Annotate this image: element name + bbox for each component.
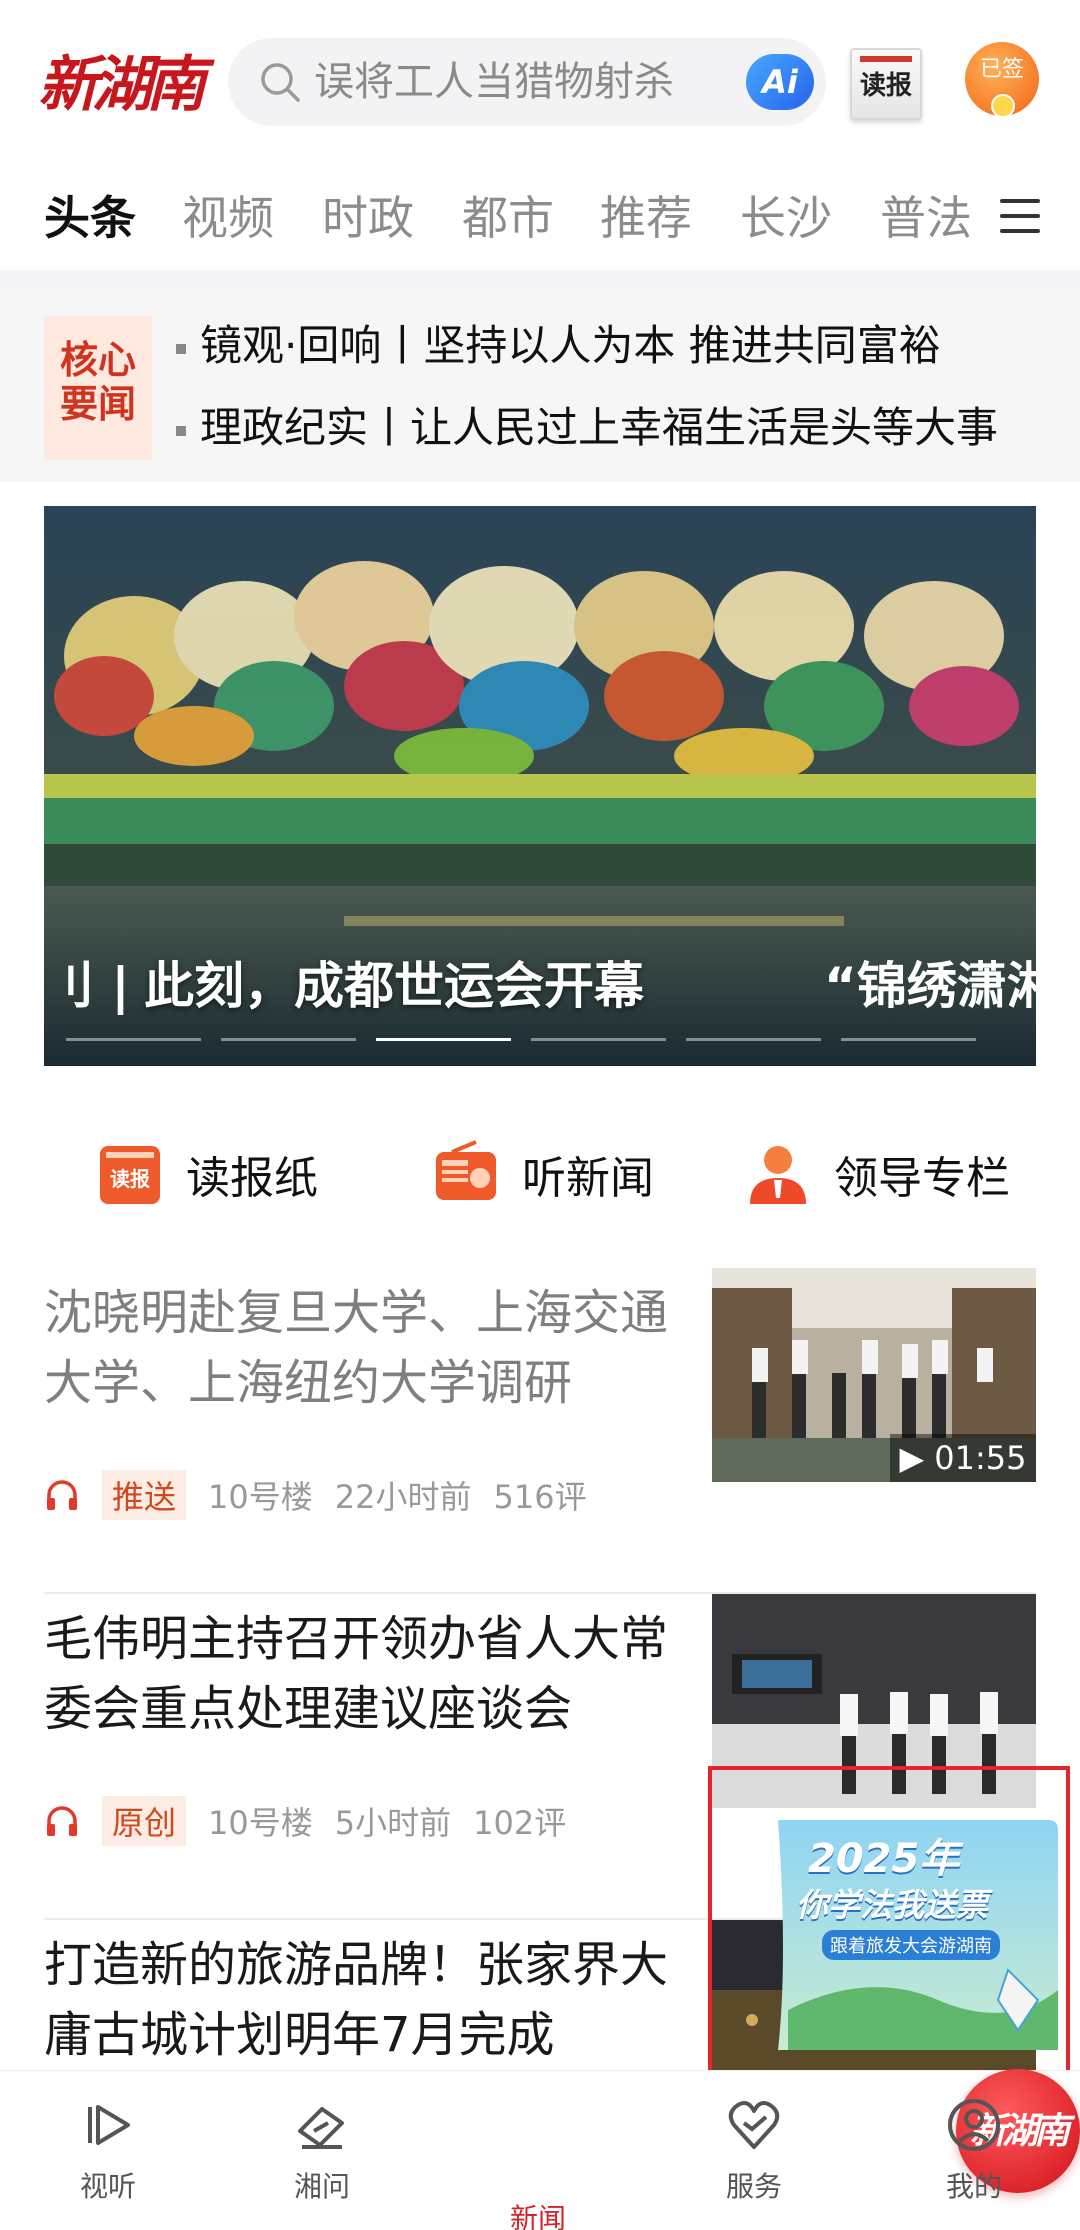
promo-subtitle: 跟着旅发大会游湖南 xyxy=(822,1930,1000,1960)
tab-politics[interactable]: 时政 xyxy=(322,183,414,253)
tab-changsha[interactable]: 长沙 xyxy=(740,183,832,253)
leader-column-entry[interactable]: 领导专栏 xyxy=(744,1134,1010,1214)
search-placeholder: 误将工人当猎物射杀 xyxy=(314,59,674,105)
headline-carousel[interactable]: 刂 | 此刻，成都世运会开幕 “锦绣潇湘 xyxy=(44,506,1036,1066)
tab-city[interactable]: 都市 xyxy=(462,183,554,253)
news-meta: 推送 10号楼 22小时前 516评 xyxy=(44,1470,609,1520)
core-news-item[interactable]: 镜观·回响丨坚持以人为本 推进共同富裕 xyxy=(176,316,941,376)
read-newspaper-entry[interactable]: 读报 读报纸 xyxy=(96,1134,318,1214)
channel-menu-icon[interactable] xyxy=(1000,199,1040,239)
news-thumbnail[interactable]: ▶ 01:55 xyxy=(712,1268,1036,1482)
top-bar: 新湖南 误将工人当猎物射杀 Ai 读报 已签 xyxy=(0,0,1080,165)
search-bar[interactable]: 误将工人当猎物射杀 Ai xyxy=(228,38,826,126)
tab-video[interactable]: 视频 xyxy=(182,183,274,253)
carousel-dot xyxy=(686,1038,821,1041)
news-tag: 原创 xyxy=(102,1796,187,1846)
nav-shiting[interactable]: 视听 xyxy=(48,2097,168,2205)
promo-popup[interactable]: 2025年 你学法我送票 跟着旅发大会游湖南 xyxy=(708,1766,1070,2100)
badge-line-2: 要闻 xyxy=(59,382,136,426)
headphone-icon[interactable] xyxy=(44,1803,80,1839)
core-news-section: 核心 要闻 镜观·回响丨坚持以人为本 推进共同富裕 理政纪实丨让人民过上幸福生活… xyxy=(0,292,1080,482)
nav-xiangwen[interactable]: 湘问 xyxy=(262,2097,382,2205)
news-title[interactable]: 沈晓明赴复旦大学、上海交通大学、上海纽约大学调研 xyxy=(44,1278,674,1418)
svg-text:读报: 读报 xyxy=(110,1167,150,1191)
profile-icon xyxy=(948,2099,1000,2151)
news-comments: 516评 xyxy=(493,1478,587,1516)
carousel-dot xyxy=(841,1038,976,1041)
news-time: 5小时前 xyxy=(334,1804,452,1842)
play-icon xyxy=(88,2105,130,2145)
leader-icon xyxy=(744,1140,812,1208)
news-meta: 原创 10号楼 5小时前 102评 xyxy=(44,1796,588,1846)
news-time: 22小时前 xyxy=(334,1478,472,1516)
read-newspaper-label: 读报纸 xyxy=(186,1153,318,1204)
quick-entries: 读报 读报纸 听新闻 领导专栏 xyxy=(0,1110,1080,1240)
prev-caption-fragment: 刂 | xyxy=(44,957,130,1015)
news-list-item[interactable]: 沈晓明赴复旦大学、上海交通大学、上海纽约大学调研 推送 10号楼 22小时前 5… xyxy=(44,1268,1036,1594)
headphone-icon[interactable] xyxy=(44,1477,80,1513)
app-logo[interactable]: 新湖南 xyxy=(38,40,208,130)
news-title[interactable]: 毛伟明主持召开领办省人大常委会重点处理建议座谈会 xyxy=(44,1604,674,1744)
search-icon xyxy=(261,63,300,102)
listen-news-entry[interactable]: 听新闻 xyxy=(432,1134,654,1214)
carousel-indicator xyxy=(66,1038,1026,1042)
video-duration: ▶ 01:55 xyxy=(890,1434,1036,1482)
coin-icon xyxy=(991,94,1015,118)
carousel-dot xyxy=(66,1038,201,1041)
separator xyxy=(0,270,1080,292)
core-news-badge[interactable]: 核心 要闻 xyxy=(44,316,152,460)
news-source: 10号楼 xyxy=(208,1478,313,1516)
nav-mine[interactable]: 我的 xyxy=(914,2097,1034,2205)
next-banner-caption: “锦绣潇湘 xyxy=(824,957,1036,1015)
nav-label: 我的 xyxy=(945,2170,1002,2203)
nav-label: 湘问 xyxy=(293,2170,350,2203)
newspaper-button[interactable]: 读报 xyxy=(850,48,922,120)
nav-news[interactable]: 新湖南 新闻 xyxy=(478,2069,1080,2230)
signin-button[interactable]: 已签 xyxy=(965,42,1039,118)
service-icon xyxy=(728,2101,780,2149)
leader-column-label: 领导专栏 xyxy=(834,1153,1010,1204)
tab-toutiao[interactable]: 头条 xyxy=(40,183,136,253)
promo-slogan: 你学法我送票 xyxy=(796,1886,989,1924)
promo-year: 2025年 xyxy=(808,1836,960,1882)
news-comments: 102评 xyxy=(473,1804,567,1842)
signin-label: 已签 xyxy=(979,57,1024,82)
nav-service[interactable]: 服务 xyxy=(694,2097,814,2205)
carousel-dot xyxy=(531,1038,666,1041)
channel-tabs: 头条 视频 时政 都市 推荐 长沙 普法 xyxy=(0,165,1080,270)
nav-label: 新闻 xyxy=(509,2202,566,2230)
news-tag: 推送 xyxy=(102,1470,187,1520)
nav-label: 视听 xyxy=(79,2170,136,2203)
badge-line-1: 核心 xyxy=(59,338,136,382)
carousel-dot xyxy=(221,1038,356,1041)
news-title[interactable]: 打造新的旅游品牌！张家界大庸古城计划明年7月完成 xyxy=(44,1930,674,2070)
pen-icon xyxy=(298,2107,344,2149)
tab-recommend[interactable]: 推荐 xyxy=(600,183,692,253)
ai-assistant-button[interactable]: Ai xyxy=(746,54,814,110)
radio-icon xyxy=(432,1140,500,1208)
newspaper-icon: 读报 xyxy=(96,1140,164,1208)
news-source: 10号楼 xyxy=(208,1804,313,1842)
nav-label: 服务 xyxy=(725,2170,782,2203)
listen-news-label: 听新闻 xyxy=(522,1153,654,1204)
core-news-item[interactable]: 理政纪实丨让人民过上幸福生活是头等大事 xyxy=(176,398,998,458)
tab-law[interactable]: 普法 xyxy=(880,183,972,253)
carousel-dot-active xyxy=(376,1038,511,1041)
bottom-navigation: 视听 湘问 新湖南 新闻 服务 我的 xyxy=(0,2069,1080,2230)
banner-caption: 此刻，成都世运会开幕 xyxy=(144,957,644,1015)
